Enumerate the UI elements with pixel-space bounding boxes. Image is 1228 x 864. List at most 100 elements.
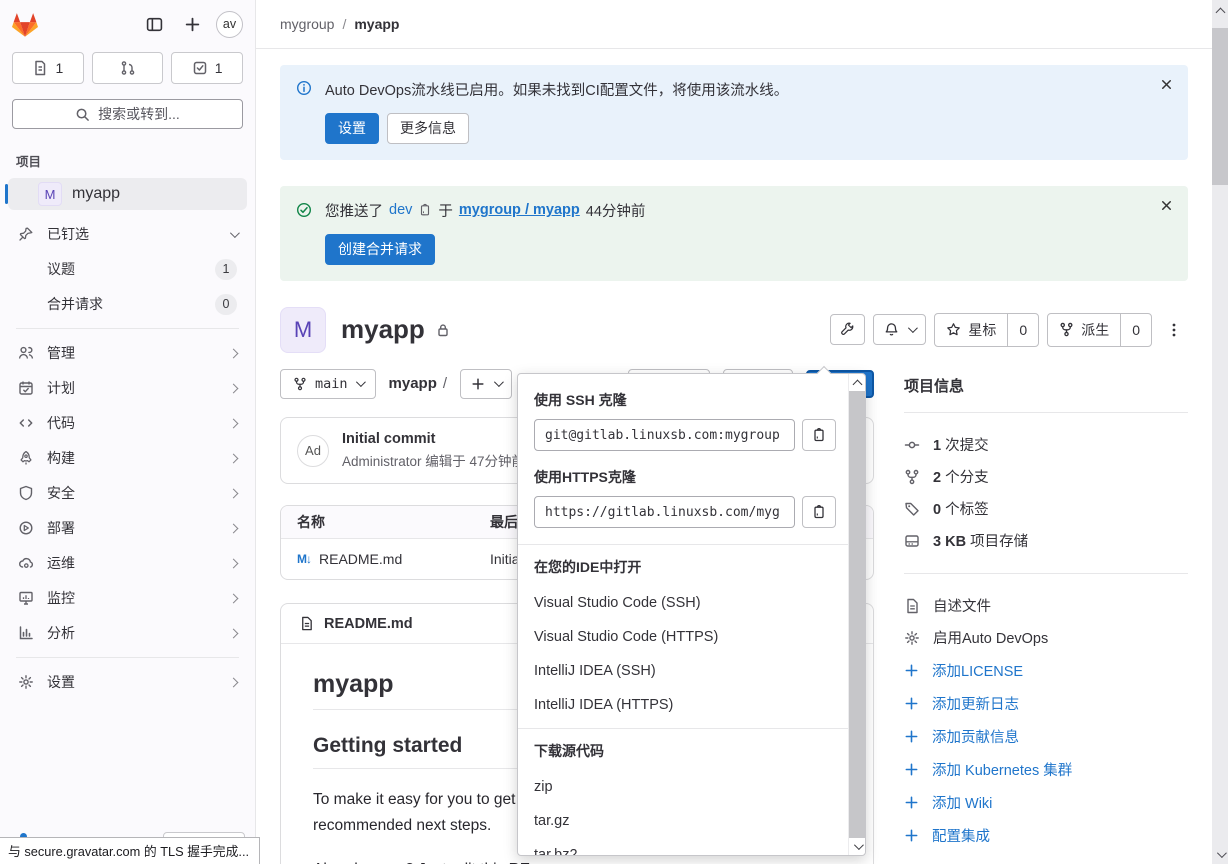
fork-button[interactable]: 派生 0 bbox=[1047, 312, 1152, 347]
push-time: 44分钟前 bbox=[585, 203, 646, 220]
tags-stat[interactable]: 0 个标签 bbox=[904, 493, 1188, 525]
add-changelog-link[interactable]: 添加更新日志 bbox=[904, 687, 1188, 720]
plus-icon bbox=[904, 828, 919, 843]
more-actions-icon[interactable] bbox=[1160, 318, 1188, 342]
merge-requests-count-button[interactable] bbox=[91, 52, 164, 84]
scroll-up-icon[interactable] bbox=[849, 374, 865, 391]
devops-more-info-button[interactable]: 更多信息 bbox=[387, 113, 469, 144]
ssh-clone-label: 使用 SSH 克隆 bbox=[534, 392, 627, 408]
commit-title[interactable]: Initial commit bbox=[342, 431, 525, 447]
close-icon[interactable] bbox=[1159, 198, 1174, 213]
copy-icon[interactable] bbox=[418, 203, 432, 217]
add-contributing-link[interactable]: 添加贡献信息 bbox=[904, 720, 1188, 753]
sidebar-item-secure[interactable]: 安全 bbox=[8, 477, 247, 509]
todos-count-button[interactable]: 1 bbox=[171, 52, 244, 84]
storage-stat[interactable]: 3 KB 项目存储 bbox=[904, 525, 1188, 557]
readme-filename[interactable]: README.md bbox=[324, 616, 413, 632]
commits-stat[interactable]: 1 次提交 bbox=[904, 429, 1188, 461]
menu-item-intellij-ssh[interactable]: IntelliJ IDEA (SSH) bbox=[518, 654, 848, 688]
sidebar-item-pinned[interactable]: 已钉选 bbox=[8, 218, 247, 250]
auto-devops-feature-link[interactable]: 启用Auto DevOps bbox=[904, 622, 1188, 654]
add-file-button[interactable] bbox=[460, 368, 513, 399]
sidebar-item-plan[interactable]: 计划 bbox=[8, 372, 247, 404]
page-scrollbar[interactable] bbox=[1212, 0, 1228, 864]
breadcrumb-group-link[interactable]: mygroup bbox=[280, 16, 334, 32]
devops-settings-button[interactable]: 设置 bbox=[325, 113, 379, 144]
chart-icon bbox=[18, 625, 34, 641]
breadcrumb-project-link[interactable]: myapp bbox=[354, 16, 399, 32]
menu-item-download-tarbz2[interactable]: tar.bz2 bbox=[518, 838, 848, 855]
chevron-right-icon bbox=[228, 453, 239, 463]
create-merge-request-button[interactable]: 创建合并请求 bbox=[325, 233, 435, 265]
menu-item-intellij-https[interactable]: IntelliJ IDEA (HTTPS) bbox=[518, 688, 848, 722]
rocket-icon bbox=[18, 450, 34, 466]
menu-item-download-targz[interactable]: tar.gz bbox=[518, 804, 848, 838]
name-column-header: 名称 bbox=[297, 514, 325, 531]
user-avatar[interactable]: av bbox=[216, 10, 243, 38]
configure-integrations-link[interactable]: 配置集成 bbox=[904, 819, 1188, 852]
sidebar-item-operate[interactable]: 运维 bbox=[8, 547, 247, 579]
menu-item-vscode-https[interactable]: Visual Studio Code (HTTPS) bbox=[518, 620, 848, 654]
issues-count-button[interactable]: 1 bbox=[12, 52, 84, 84]
search-icon bbox=[75, 107, 90, 122]
sidebar-item-project-myapp[interactable]: M myapp bbox=[5, 178, 247, 210]
star-button[interactable]: 星标 0 bbox=[934, 312, 1040, 347]
sidebar-item-deploy[interactable]: 部署 bbox=[8, 512, 247, 544]
admin-wrench-button[interactable] bbox=[830, 314, 866, 346]
dropdown-scrollbar[interactable] bbox=[848, 374, 865, 855]
copy-https-url-button[interactable] bbox=[802, 496, 836, 528]
branch-link[interactable]: dev bbox=[389, 202, 412, 218]
repo-path[interactable]: myapp / bbox=[389, 375, 448, 392]
branch-selector[interactable]: main bbox=[280, 368, 376, 400]
commit-icon bbox=[904, 437, 920, 453]
users-icon bbox=[18, 345, 34, 361]
project-avatar: M bbox=[38, 182, 62, 206]
create-new-icon[interactable] bbox=[178, 10, 206, 38]
chevron-right-icon bbox=[228, 523, 239, 533]
active-indicator bbox=[5, 184, 8, 204]
copy-ssh-url-button[interactable] bbox=[802, 419, 836, 451]
sidebar-toggle-icon[interactable] bbox=[140, 10, 168, 38]
sidebar-item-code[interactable]: 代码 bbox=[8, 407, 247, 439]
fork-icon bbox=[1059, 322, 1074, 337]
repo-link[interactable]: mygroup / myapp bbox=[459, 202, 580, 218]
gitlab-logo-icon[interactable] bbox=[12, 12, 38, 37]
add-kubernetes-link[interactable]: 添加 Kubernetes 集群 bbox=[904, 753, 1188, 786]
info-icon bbox=[296, 80, 312, 96]
menu-item-vscode-ssh[interactable]: Visual Studio Code (SSH) bbox=[518, 586, 848, 620]
close-icon[interactable] bbox=[1159, 77, 1174, 92]
markdown-icon: M↓ bbox=[297, 552, 312, 567]
notifications-button[interactable] bbox=[873, 314, 927, 346]
scrollbar-thumb[interactable] bbox=[849, 391, 865, 838]
auto-devops-banner: Auto DevOps流水线已启用。如果未找到CI配置文件，将使用该流水线。 设… bbox=[280, 65, 1188, 160]
scroll-down-icon[interactable] bbox=[1212, 846, 1228, 862]
ssh-clone-url-input[interactable] bbox=[534, 419, 795, 451]
https-clone-url-input[interactable] bbox=[534, 496, 795, 528]
sidebar-section-label: 项目 bbox=[16, 155, 42, 169]
sidebar-item-manage[interactable]: 管理 bbox=[8, 337, 247, 369]
add-license-link[interactable]: 添加LICENSE bbox=[904, 654, 1188, 687]
sidebar-item-issues[interactable]: 议题 1 bbox=[8, 253, 247, 285]
sidebar-item-merge-requests[interactable]: 合并请求 0 bbox=[8, 288, 247, 320]
plus-icon bbox=[904, 729, 919, 744]
scroll-up-icon[interactable] bbox=[1212, 2, 1228, 18]
readme-feature-link[interactable]: 自述文件 bbox=[904, 590, 1188, 622]
menu-item-download-zip[interactable]: zip bbox=[518, 770, 848, 804]
page-title: myapp bbox=[341, 314, 425, 345]
add-wiki-link[interactable]: 添加 Wiki bbox=[904, 786, 1188, 819]
sidebar-item-analyze[interactable]: 分析 bbox=[8, 617, 247, 649]
branches-stat[interactable]: 2 个分支 bbox=[904, 461, 1188, 493]
file-icon bbox=[299, 616, 314, 631]
search-input[interactable]: 搜索或转到... bbox=[12, 99, 243, 129]
divider bbox=[518, 728, 848, 729]
sidebar-item-settings[interactable]: 设置 bbox=[8, 666, 247, 698]
sidebar-item-build[interactable]: 构建 bbox=[8, 442, 247, 474]
download-source-label: 下载源代码 bbox=[534, 743, 604, 759]
code-icon bbox=[18, 415, 34, 431]
sidebar-item-monitor[interactable]: 监控 bbox=[8, 582, 247, 614]
file-commit-message[interactable]: Initia bbox=[490, 551, 520, 567]
scroll-down-icon[interactable] bbox=[849, 838, 865, 855]
gear-icon bbox=[18, 674, 34, 690]
divider bbox=[904, 572, 1188, 574]
scrollbar-thumb[interactable] bbox=[1212, 28, 1228, 185]
